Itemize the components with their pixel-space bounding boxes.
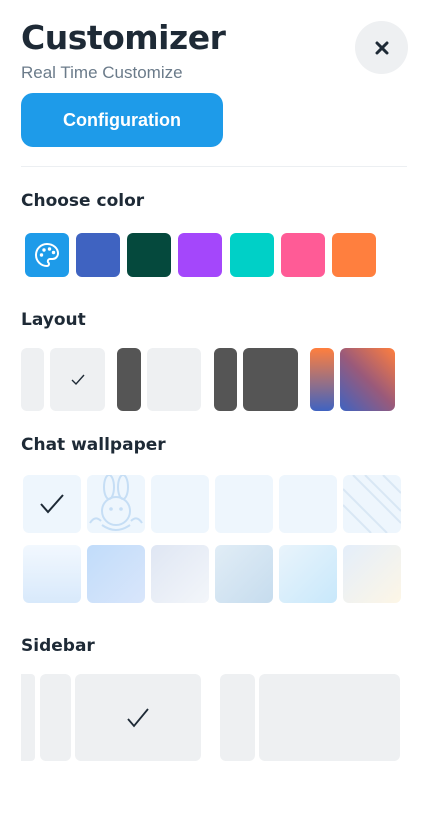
color-swatch-dark-green[interactable] bbox=[127, 233, 171, 277]
layout-option-gradient[interactable] bbox=[310, 348, 395, 411]
sidebar-title: Sidebar bbox=[21, 636, 95, 656]
chat-wallpaper-title: Chat wallpaper bbox=[21, 435, 166, 455]
layout-full-dark-sidebar bbox=[214, 348, 237, 411]
configuration-button[interactable]: Configuration bbox=[21, 93, 223, 147]
checkmark-icon bbox=[40, 494, 64, 514]
layout-option-dark[interactable] bbox=[117, 348, 201, 411]
layout-dark-sidebar bbox=[117, 348, 141, 411]
sidebar-option-wide[interactable] bbox=[220, 674, 400, 761]
wallpaper-option[interactable] bbox=[215, 475, 273, 533]
close-icon bbox=[375, 41, 388, 54]
checkmark-icon bbox=[127, 707, 149, 727]
layout-gradient-sidebar bbox=[310, 348, 334, 411]
color-swatch-teal[interactable] bbox=[230, 233, 274, 277]
sidebar-wide-panel bbox=[220, 674, 255, 761]
close-button[interactable] bbox=[355, 21, 408, 74]
sidebar-compact-main bbox=[75, 674, 201, 761]
wallpaper-option[interactable] bbox=[279, 545, 337, 603]
layout-title: Layout bbox=[21, 310, 86, 330]
layout-gradient-main bbox=[340, 348, 395, 411]
palette-icon bbox=[34, 242, 60, 268]
wallpaper-option[interactable] bbox=[343, 475, 401, 533]
layout-option-full-dark[interactable] bbox=[214, 348, 298, 411]
layout-light-sidebar bbox=[21, 348, 44, 411]
layout-dark-main bbox=[147, 348, 201, 411]
color-swatch-blue[interactable] bbox=[76, 233, 120, 277]
bunny-pattern-icon bbox=[89, 475, 143, 531]
sidebar-compact-panel bbox=[40, 674, 71, 761]
sidebar-wide-main bbox=[259, 674, 400, 761]
layout-full-dark-main bbox=[243, 348, 298, 411]
color-swatch-palette[interactable] bbox=[25, 233, 69, 277]
diagonal-lines-pattern bbox=[343, 475, 401, 533]
checkmark-icon bbox=[71, 374, 85, 385]
page-subtitle: Real Time Customize bbox=[21, 63, 183, 82]
wallpaper-option[interactable] bbox=[151, 475, 209, 533]
wallpaper-option[interactable] bbox=[23, 475, 81, 533]
sidebar-option-compact[interactable] bbox=[21, 674, 201, 761]
layout-option-light[interactable] bbox=[21, 348, 105, 411]
color-swatch-orange[interactable] bbox=[332, 233, 376, 277]
wallpaper-option[interactable] bbox=[151, 545, 209, 603]
page-title: Customizer bbox=[21, 18, 226, 57]
layout-light-main bbox=[50, 348, 105, 411]
color-swatch-purple[interactable] bbox=[178, 233, 222, 277]
wallpaper-option[interactable] bbox=[87, 475, 145, 533]
wallpaper-option[interactable] bbox=[23, 545, 81, 603]
divider bbox=[21, 166, 407, 167]
sidebar-compact-rail bbox=[21, 674, 35, 761]
choose-color-title: Choose color bbox=[21, 191, 145, 211]
wallpaper-option[interactable] bbox=[87, 545, 145, 603]
wallpaper-option[interactable] bbox=[215, 545, 273, 603]
wallpaper-option[interactable] bbox=[343, 545, 401, 603]
wallpaper-option[interactable] bbox=[279, 475, 337, 533]
color-swatch-pink[interactable] bbox=[281, 233, 325, 277]
